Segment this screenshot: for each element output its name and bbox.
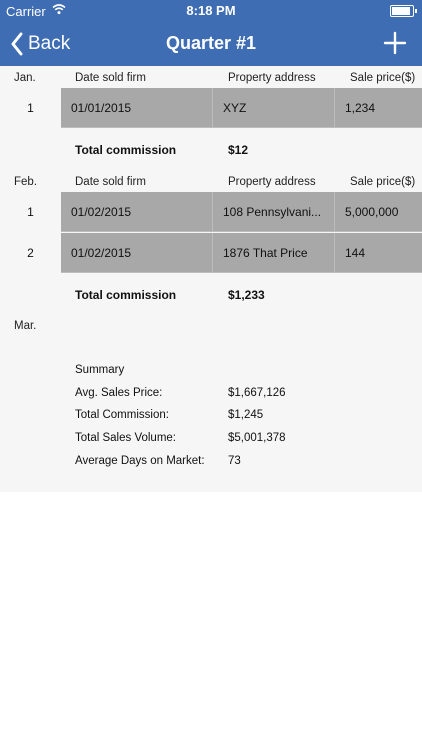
total-commission-value: $1,233 (228, 288, 265, 302)
month-label: Jan. (14, 72, 36, 84)
battery-icon (390, 5, 417, 17)
date-cell[interactable]: 01/01/2015 (61, 88, 213, 128)
navigation-bar: Back Quarter #1 (0, 22, 422, 66)
summary-value: $1,245 (228, 409, 264, 421)
summary-title: Summary (75, 364, 125, 376)
column-header-address: Property address (228, 72, 316, 84)
column-header-date: Date sold firm (75, 72, 146, 84)
status-time: 8:18 PM (186, 3, 236, 18)
month-label: Feb. (14, 176, 38, 188)
row-index: 1 (27, 205, 34, 219)
date-cell[interactable]: 01/02/2015 (61, 233, 213, 273)
row-index: 2 (27, 246, 34, 260)
column-header-price: Sale price($) (350, 176, 416, 188)
top-bar: Carrier 8:18 PM Back Quarter #1 (0, 0, 422, 66)
summary-label: Avg. Sales Price: (75, 387, 163, 399)
month-label: Mar. (14, 320, 37, 332)
price-cell[interactable]: 5,000,000 (335, 192, 422, 232)
column-header-date: Date sold firm (75, 176, 146, 188)
price-cell[interactable]: 144 (335, 233, 422, 273)
summary-value: $5,001,378 (228, 432, 286, 444)
summary-label: Average Days on Market: (75, 455, 205, 467)
total-commission-value: $12 (228, 143, 249, 157)
page-title: Quarter #1 (165, 33, 257, 53)
table-row[interactable]: 1 01/01/2015 XYZ 1,234 (0, 88, 422, 128)
total-commission-label: Total commission (75, 143, 177, 157)
plus-icon[interactable] (382, 30, 408, 56)
table-row[interactable]: 1 01/02/2015 108 Pennsylvani... 5,000,00… (0, 192, 422, 232)
summary-label: Total Sales Volume: (75, 432, 177, 444)
column-header-price: Sale price($) (350, 72, 416, 84)
status-bar: Carrier 8:18 PM (0, 0, 422, 22)
date-cell[interactable]: 01/02/2015 (61, 192, 213, 232)
total-commission-label: Total commission (75, 288, 177, 302)
table-row[interactable]: 2 01/02/2015 1876 That Price 144 (0, 233, 422, 273)
quarter-content: Jan. Date sold firm Property address Sal… (0, 66, 422, 492)
address-cell[interactable]: XYZ (213, 88, 335, 128)
address-cell[interactable]: 108 Pennsylvani... (213, 192, 335, 232)
summary-value: 73 (228, 455, 241, 467)
summary-value: $1,667,126 (228, 387, 286, 399)
address-cell[interactable]: 1876 That Price (213, 233, 335, 273)
summary-label: Total Commission: (75, 409, 169, 421)
column-header-address: Property address (228, 176, 316, 188)
price-cell[interactable]: 1,234 (335, 88, 422, 128)
row-index: 1 (27, 101, 34, 115)
